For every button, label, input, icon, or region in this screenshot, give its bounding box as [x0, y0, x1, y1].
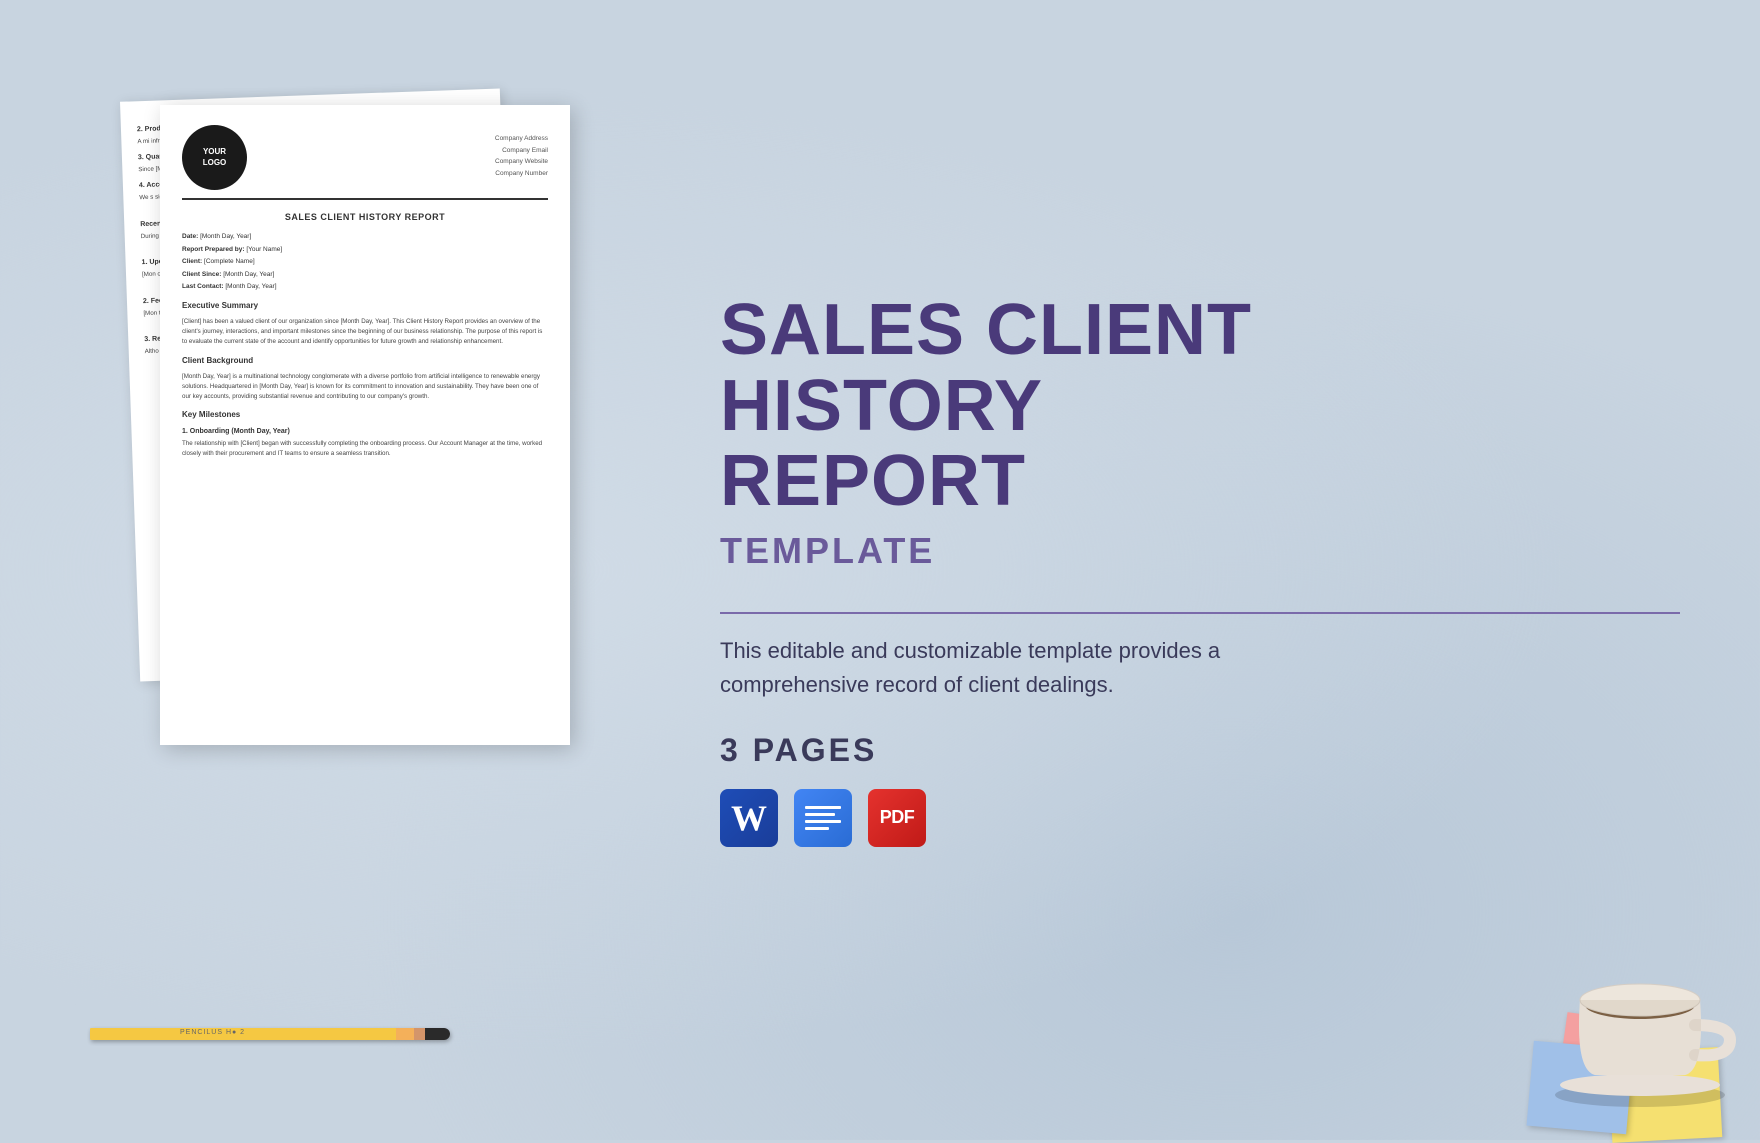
divider — [720, 612, 1680, 614]
coffee-cup-svg — [1530, 880, 1750, 1110]
docs-lines — [797, 798, 849, 838]
docs-line-4 — [805, 827, 829, 830]
docs-line-3 — [805, 820, 841, 823]
company-info: Company Address Company Email Company We… — [495, 133, 548, 180]
decorative-area — [1410, 820, 1760, 1140]
main-title-line3: REPORT — [720, 444, 1680, 520]
client-bg-title: Client Background — [182, 355, 548, 368]
company-logo: YOUR LOGO — [182, 125, 247, 190]
prepared-field: Report Prepared by: [Your Name] — [182, 245, 548, 255]
milestone-1-text: The relationship with [Client] began wit… — [182, 439, 548, 459]
client-field: Client: [Complete Name] — [182, 257, 548, 267]
main-title-line1: SALES CLIENT — [720, 293, 1680, 369]
pages-label: 3 PAGES — [720, 732, 1680, 769]
milestone-1-title: 1. Onboarding (Month Day, Year) — [182, 426, 548, 437]
main-title-line2: HISTORY — [720, 369, 1680, 445]
pdf-text: PDF — [880, 807, 915, 828]
sub-title: TEMPLATE — [720, 530, 1680, 572]
word-letter: W — [731, 797, 767, 839]
client-since-field: Client Since: [Month Day, Year] — [182, 270, 548, 280]
right-panel: SALES CLIENT HISTORY REPORT TEMPLATE Thi… — [660, 0, 1760, 1140]
date-field: Date: [Month Day, Year] — [182, 232, 548, 242]
exec-summary-title: Executive Summary — [182, 300, 548, 313]
left-panel: 2. Product Integration (Month Day, Year)… — [0, 0, 660, 1140]
docs-line-2 — [805, 813, 835, 816]
description: This editable and customizable template … — [720, 634, 1240, 702]
pencil-label: PENCILUS H● 2 — [180, 1029, 245, 1036]
main-title: SALES CLIENT HISTORY REPORT — [720, 293, 1680, 520]
pdf-icon[interactable]: PDF — [868, 789, 926, 847]
pencil-decoration — [90, 1028, 450, 1040]
word-icon[interactable]: W — [720, 789, 778, 847]
key-milestones-title: Key Milestones — [182, 409, 548, 422]
client-bg-text: [Month Day, Year] is a multinational tec… — [182, 372, 548, 402]
report-title: SALES CLIENT HISTORY REPORT — [182, 210, 548, 224]
document-front: YOUR LOGO Company Address Company Email … — [160, 105, 570, 745]
last-contact-field: Last Contact: [Month Day, Year] — [182, 282, 548, 292]
docs-icon[interactable] — [794, 789, 852, 847]
exec-summary-text: [Client] has been a valued client of our… — [182, 317, 548, 347]
docs-line-1 — [805, 806, 841, 809]
